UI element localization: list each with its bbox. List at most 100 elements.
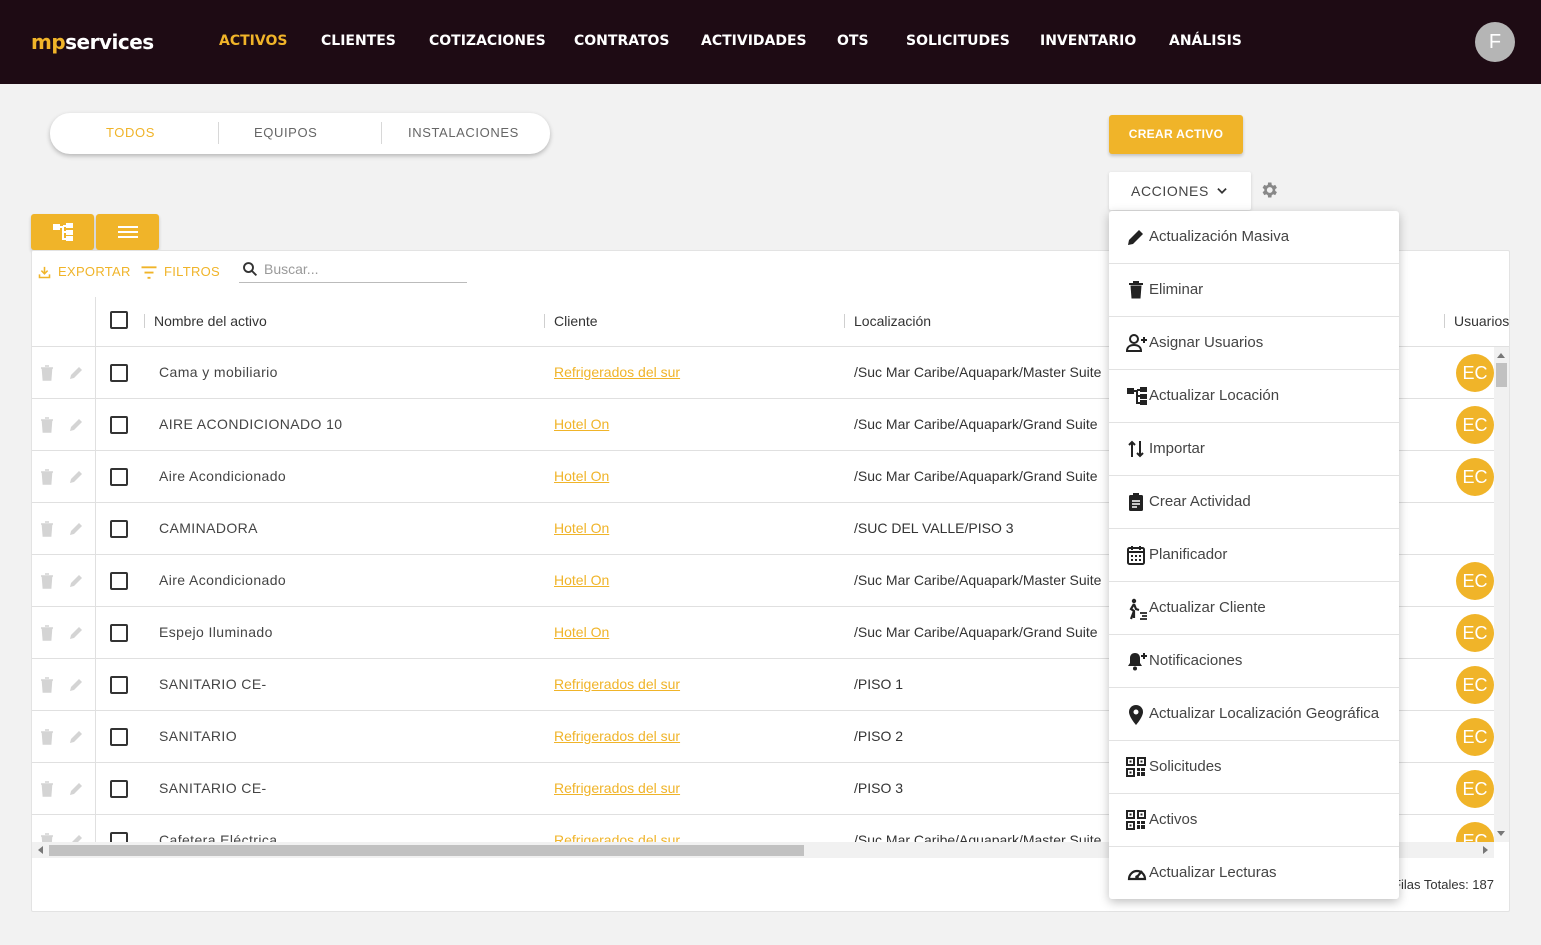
pencil-icon[interactable] [68, 417, 84, 438]
menu-item-actualizar-locacion[interactable]: Actualizar Locación [1109, 370, 1399, 423]
menu-item-label: Solicitudes [1149, 758, 1222, 775]
nav-item-activos[interactable]: ACTIVOS [219, 33, 287, 49]
filters-button[interactable]: FILTROS [140, 264, 220, 280]
actions-dropdown-button[interactable]: ACCIONES [1109, 172, 1251, 210]
nav-item-cotizaciones[interactable]: COTIZACIONES [429, 33, 546, 49]
column-divider [144, 314, 145, 328]
menu-item-actualizar-cliente[interactable]: Actualizar Cliente [1109, 582, 1399, 635]
filters-label: FILTROS [164, 264, 221, 279]
asset-location: /PISO 3 [854, 780, 904, 796]
menu-item-crear-actividad[interactable]: Crear Actividad [1109, 476, 1399, 529]
row-checkbox[interactable] [110, 832, 128, 842]
menu-item-asignar-usuarios[interactable]: Asignar Usuarios [1109, 317, 1399, 370]
client-link[interactable]: Refrigerados del sur [554, 780, 680, 796]
row-checkbox[interactable] [110, 728, 128, 746]
client-link[interactable]: Refrigerados del sur [554, 676, 680, 692]
trash-icon[interactable] [40, 469, 54, 490]
trash-icon[interactable] [40, 573, 54, 594]
client-link[interactable]: Refrigerados del sur [554, 832, 680, 842]
nav-item-actividades[interactable]: ACTIVIDADES [701, 33, 807, 49]
trash-icon[interactable] [40, 417, 54, 438]
pencil-icon[interactable] [68, 573, 84, 594]
client-link[interactable]: Refrigerados del sur [554, 728, 680, 744]
menu-item-actualizar-localizacion-geografica[interactable]: Actualizar Localización Geográfica [1109, 688, 1399, 741]
pencil-icon[interactable] [68, 521, 84, 542]
nav-item-ots[interactable]: OTS [837, 33, 869, 49]
user-avatar[interactable]: F [1475, 22, 1515, 62]
row-checkbox[interactable] [110, 520, 128, 538]
column-header-location[interactable]: Localización [854, 313, 931, 329]
column-header-client[interactable]: Cliente [554, 313, 598, 329]
menu-item-solicitudes[interactable]: Solicitudes [1109, 741, 1399, 794]
client-link[interactable]: Hotel On [554, 520, 609, 536]
menu-item-label: Planificador [1149, 546, 1228, 563]
menu-item-activos[interactable]: Activos [1109, 794, 1399, 847]
row-checkbox[interactable] [110, 624, 128, 642]
nav-item-solicitudes[interactable]: SOLICITUDES [906, 33, 1010, 49]
menu-item-notificaciones[interactable]: Notificaciones [1109, 635, 1399, 688]
column-header-name[interactable]: Nombre del activo [154, 313, 267, 329]
vertical-scrollbar[interactable] [1494, 347, 1509, 842]
tree-view-button[interactable] [31, 214, 94, 250]
row-checkbox[interactable] [110, 780, 128, 798]
tab-instalaciones[interactable]: INSTALACIONES [408, 125, 519, 140]
menu-item-eliminar[interactable]: Eliminar [1109, 264, 1399, 317]
trash-icon[interactable] [40, 625, 54, 646]
pencil-icon[interactable] [68, 833, 84, 842]
asset-name: Cama y mobiliario [159, 364, 278, 380]
search-input[interactable] [264, 259, 459, 279]
hierarchy-icon [1127, 387, 1147, 405]
nav-item-contratos[interactable]: CONTRATOS [574, 33, 670, 49]
nav-item-clientes[interactable]: CLIENTES [321, 33, 396, 49]
import-arrows-icon [1128, 440, 1144, 458]
trash-icon[interactable] [40, 521, 54, 542]
tab-equipos[interactable]: EQUIPOS [254, 125, 317, 140]
client-link[interactable]: Hotel On [554, 468, 609, 484]
nav-item-analisis[interactable]: ANÁLISIS [1169, 33, 1242, 49]
pencil-icon[interactable] [68, 729, 84, 750]
create-asset-button[interactable]: CREAR ACTIVO [1109, 115, 1243, 154]
client-link[interactable]: Refrigerados del sur [554, 364, 680, 380]
asset-location: /Suc Mar Caribe/Aquapark/Master Suite [854, 832, 1102, 842]
app-logo[interactable]: mpservices [31, 30, 154, 54]
person-walking-icon [1129, 598, 1147, 620]
trash-icon[interactable] [40, 833, 54, 842]
pencil-icon[interactable] [68, 625, 84, 646]
client-link[interactable]: Hotel On [554, 624, 609, 640]
asset-location: /PISO 1 [854, 676, 904, 692]
list-view-button[interactable] [96, 214, 159, 250]
client-link[interactable]: Hotel On [554, 572, 609, 588]
row-checkbox[interactable] [110, 572, 128, 590]
trash-icon[interactable] [40, 729, 54, 750]
column-divider [544, 314, 545, 328]
asset-type-tabs: TODOS EQUIPOS INSTALACIONES [50, 113, 550, 154]
row-checkbox[interactable] [110, 468, 128, 486]
row-checkbox[interactable] [110, 676, 128, 694]
export-label: EXPORTAR [58, 264, 131, 279]
clipboard-icon [1129, 493, 1143, 511]
select-all-checkbox[interactable] [110, 311, 128, 329]
menu-item-actualizacion-masiva[interactable]: Actualización Masiva [1109, 211, 1399, 264]
pencil-icon[interactable] [68, 469, 84, 490]
pencil-icon[interactable] [68, 365, 84, 386]
row-checkbox[interactable] [110, 416, 128, 434]
export-button[interactable]: EXPORTAR [37, 264, 131, 280]
menu-item-planificador[interactable]: Planificador [1109, 529, 1399, 582]
nav-item-inventario[interactable]: INVENTARIO [1040, 33, 1136, 49]
trash-icon[interactable] [40, 365, 54, 386]
tab-todos[interactable]: TODOS [106, 125, 155, 140]
menu-item-importar[interactable]: Importar [1109, 423, 1399, 476]
trash-icon[interactable] [40, 677, 54, 698]
actions-menu: Actualización Masiva Eliminar Asignar Usua… [1109, 211, 1399, 899]
asset-location: /Suc Mar Caribe/Aquapark/Grand Suite [854, 624, 1098, 640]
column-header-users[interactable]: Usuarios [1454, 313, 1509, 329]
client-link[interactable]: Hotel On [554, 416, 609, 432]
menu-item-actualizar-lecturas[interactable]: Actualizar Lecturas [1109, 847, 1399, 900]
pencil-icon[interactable] [68, 677, 84, 698]
gear-icon[interactable] [1259, 180, 1279, 205]
asset-location: /SUC DEL VALLE/PISO 3 [854, 520, 1014, 536]
trash-icon[interactable] [40, 781, 54, 802]
row-checkbox[interactable] [110, 364, 128, 382]
logo-prefix: mp [31, 30, 66, 54]
pencil-icon[interactable] [68, 781, 84, 802]
